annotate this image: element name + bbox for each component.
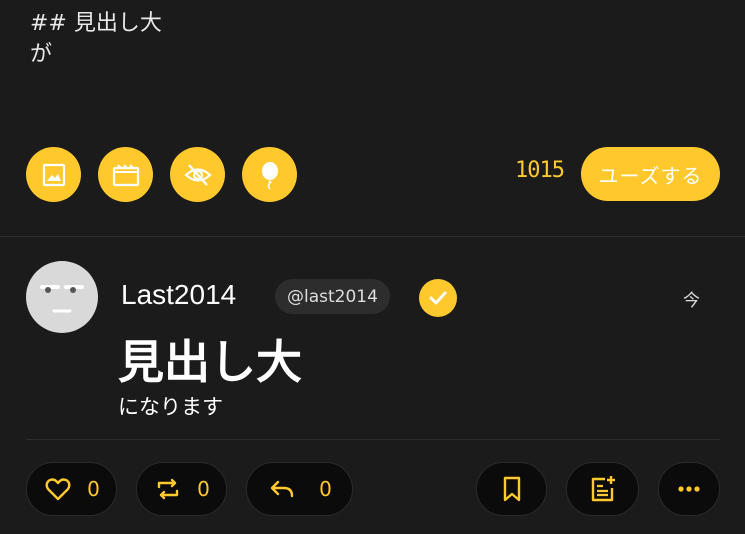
bookmark-icon xyxy=(503,476,520,502)
submit-button[interactable]: ユーズする xyxy=(581,147,720,201)
like-count: 0 xyxy=(87,477,100,501)
avatar-face-icon xyxy=(40,285,84,313)
check-icon xyxy=(429,291,447,305)
avatar[interactable] xyxy=(26,261,98,333)
quote-button[interactable] xyxy=(566,462,639,516)
bookmark-button[interactable] xyxy=(476,462,547,516)
image-button[interactable] xyxy=(26,147,81,202)
verified-badge xyxy=(419,279,457,317)
balloon-icon xyxy=(261,161,278,190)
composer-line-1: ## 見出し大 xyxy=(30,11,162,36)
character-count: 1015 xyxy=(515,158,565,183)
post-username[interactable]: Last2014 xyxy=(121,279,236,311)
heart-icon xyxy=(45,478,71,501)
post-heading: 見出し大 xyxy=(118,335,302,389)
reply-count: 0 xyxy=(319,477,332,501)
post-body: になります xyxy=(118,395,223,419)
composer-line-2: が xyxy=(30,42,53,67)
eye-off-icon xyxy=(183,163,212,186)
reply-icon xyxy=(270,480,294,498)
more-button[interactable] xyxy=(658,462,720,516)
note-add-icon xyxy=(591,476,615,502)
video-icon xyxy=(112,163,139,186)
repost-icon xyxy=(157,478,179,500)
post-handle[interactable]: @last2014 xyxy=(275,279,390,314)
video-button[interactable] xyxy=(98,147,153,202)
image-icon xyxy=(42,163,65,186)
balloon-button[interactable] xyxy=(242,147,297,202)
composer-text[interactable]: ## 見出し大 が xyxy=(30,8,162,70)
repost-button[interactable]: 0 xyxy=(136,462,227,516)
reply-button[interactable]: 0 xyxy=(246,462,353,516)
more-icon xyxy=(678,486,700,492)
divider xyxy=(0,236,745,237)
like-button[interactable]: 0 xyxy=(26,462,117,516)
repost-count: 0 xyxy=(197,477,210,501)
hide-button[interactable] xyxy=(170,147,225,202)
post-divider xyxy=(26,439,720,440)
post-timestamp: 今 xyxy=(683,291,700,311)
